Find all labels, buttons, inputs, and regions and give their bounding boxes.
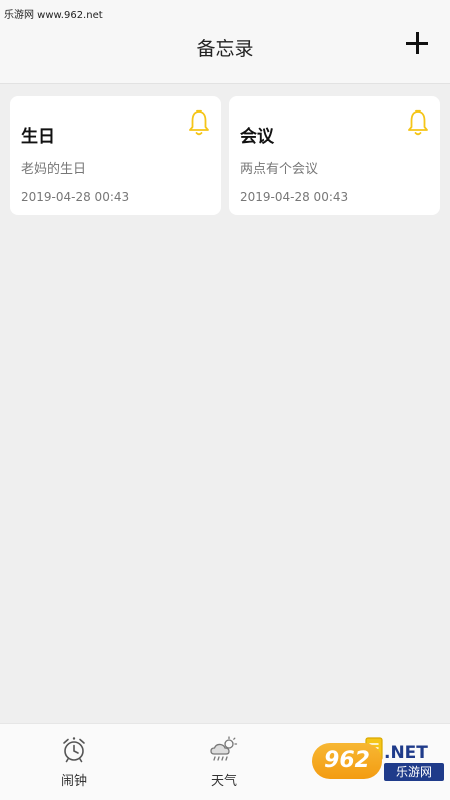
- nav-label: 天气: [210, 774, 237, 789]
- weather-icon: [210, 736, 238, 761]
- note-description: 老妈的生日: [21, 162, 87, 177]
- page-title: 备忘录: [196, 38, 254, 60]
- note-datetime: 2019-04-28 00:43: [240, 190, 349, 204]
- nav-tab-alarm[interactable]: 闹钟: [44, 736, 104, 796]
- watermark-number: 962: [312, 743, 382, 779]
- watermark-text: 乐游网 www.962.net: [4, 10, 103, 21]
- nav-tab-weather[interactable]: 天气: [194, 736, 254, 796]
- nav-label: 闹钟: [60, 774, 87, 789]
- watermark-suffix: .NET: [384, 743, 428, 763]
- note-title: 会议: [240, 127, 274, 147]
- bell-icon[interactable]: [187, 109, 211, 137]
- note-datetime: 2019-04-28 00:43: [21, 190, 130, 204]
- notes-list: 生日 老妈的生日 2019-04-28 00:43 会议 两点有个会议 2019…: [0, 85, 450, 723]
- note-description: 两点有个会议: [240, 162, 319, 177]
- bell-icon[interactable]: [406, 109, 430, 137]
- note-card[interactable]: 会议 两点有个会议 2019-04-28 00:43: [229, 96, 440, 215]
- note-title: 生日: [21, 127, 55, 147]
- add-note-button[interactable]: [406, 32, 428, 54]
- alarm-clock-icon: [63, 737, 85, 763]
- watermark-logo: 962 .NET 乐游网: [312, 743, 444, 783]
- watermark-text-cn: 乐游网: [384, 763, 444, 781]
- note-card[interactable]: 生日 老妈的生日 2019-04-28 00:43: [10, 96, 221, 215]
